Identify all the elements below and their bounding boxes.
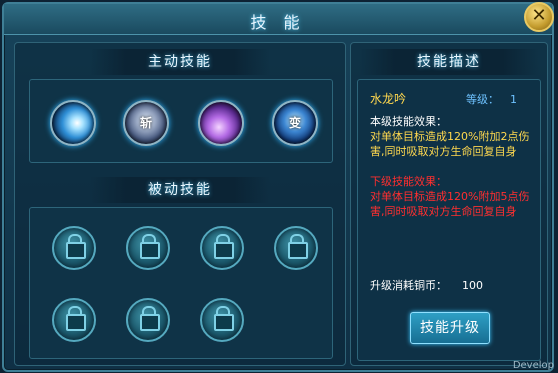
purple-flower-skill-icon[interactable] — [198, 100, 244, 146]
watermark: Develop — [512, 360, 554, 371]
locked-skill-slot[interactable] — [274, 226, 318, 270]
lock-icon — [140, 314, 160, 331]
skill-window: 技 能 ✕ 主动技能 斩 变 被动技能 技能描述 水龙吟 等级： 1 本级技能效… — [2, 2, 554, 372]
description-box: 水龙吟 等级： 1 本级技能效果： 对单体目标造成120%附加2点伤害,同时吸取… — [357, 79, 541, 361]
upgrade-cost-value: 100 — [462, 279, 483, 292]
skills-panel: 主动技能 斩 变 被动技能 — [14, 42, 346, 366]
window-title: 技 能 — [250, 13, 306, 32]
description-header: 技能描述 — [359, 49, 539, 75]
close-button[interactable]: ✕ — [524, 2, 554, 32]
locked-skill-slot[interactable] — [126, 298, 170, 342]
title-bar: 技 能 — [4, 4, 552, 35]
level-label: 等级： — [466, 93, 499, 106]
lock-icon — [214, 242, 234, 259]
skill-glyph: 斩 — [139, 116, 152, 130]
active-skills-header: 主动技能 — [90, 49, 270, 75]
lock-icon — [66, 314, 86, 331]
passive-skills-box — [29, 207, 333, 359]
locked-skill-slot[interactable] — [200, 298, 244, 342]
locked-skill-slot[interactable] — [200, 226, 244, 270]
upgrade-skill-button[interactable]: 技能升级 — [410, 312, 490, 344]
upgrade-cost-label: 升级消耗铜币： — [370, 279, 447, 292]
description-panel: 技能描述 水龙吟 等级： 1 本级技能效果： 对单体目标造成120%附加2点伤害… — [350, 42, 548, 366]
lock-icon — [288, 242, 308, 259]
locked-skill-slot[interactable] — [52, 298, 96, 342]
current-effect-title: 本级技能效果： — [370, 115, 447, 128]
skill-glyph: 变 — [288, 116, 301, 130]
level-value: 1 — [510, 93, 517, 106]
blue-skill-icon[interactable]: 变 — [272, 100, 318, 146]
locked-skill-slot[interactable] — [126, 226, 170, 270]
passive-skills-header: 被动技能 — [90, 177, 270, 203]
next-effect-title: 下级技能效果： — [370, 175, 447, 188]
current-effect-text: 对单体目标造成120%附加2点伤害,同时吸取对方生命回复自身 — [370, 130, 530, 158]
lock-icon — [140, 242, 160, 259]
close-icon: ✕ — [531, 5, 547, 26]
skill-name: 水龙吟 — [370, 92, 407, 106]
silver-skill-icon[interactable]: 斩 — [123, 100, 169, 146]
water-orb-skill-icon[interactable] — [50, 100, 96, 146]
lock-icon — [66, 242, 86, 259]
lock-icon — [214, 314, 234, 331]
locked-skill-slot[interactable] — [52, 226, 96, 270]
active-skills-box: 斩 变 — [29, 79, 333, 163]
next-effect-text: 对单体目标造成120%附加5点伤害,同时吸取对方生命回复自身 — [370, 190, 530, 218]
